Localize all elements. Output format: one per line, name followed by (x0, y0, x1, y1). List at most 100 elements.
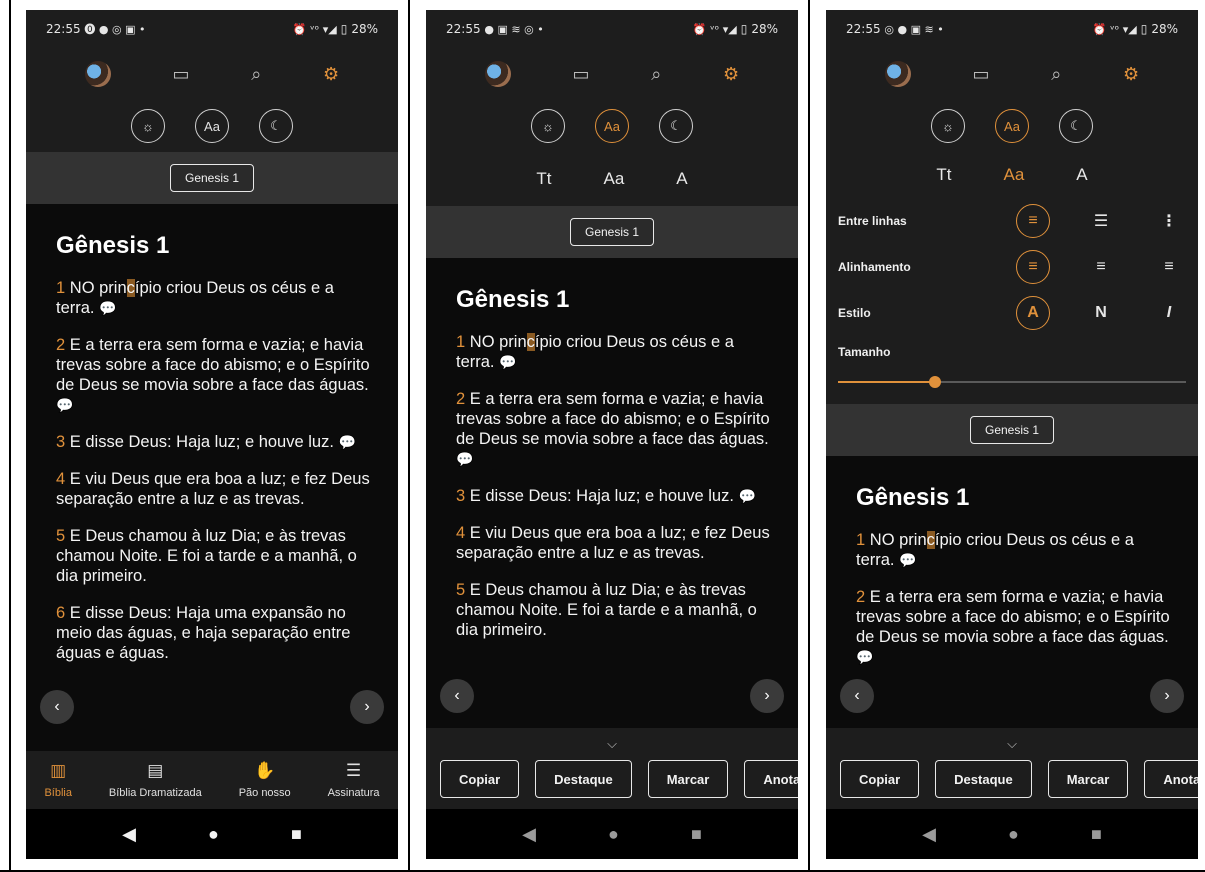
highlight-button[interactable]: Destaque (935, 760, 1032, 798)
slider-thumb[interactable] (929, 376, 942, 388)
comment-icon[interactable]: 💬 (739, 488, 756, 504)
verse[interactable]: 5 E Deus chamou à luz Dia; e às trevas c… (456, 580, 770, 640)
style-italic-button[interactable]: I (1152, 296, 1186, 330)
comment-icon[interactable]: 💬 (339, 434, 356, 450)
verse[interactable]: 2 E a terra era sem forma e vazia; e hav… (456, 389, 770, 469)
copy-button[interactable]: Copiar (840, 760, 920, 798)
tab-font-style[interactable]: A (676, 169, 687, 189)
align-left-icon[interactable]: ≡ (1016, 250, 1050, 284)
gear-icon[interactable]: ⚙ (323, 64, 339, 85)
comment-icon[interactable]: 💬 (499, 354, 516, 370)
tab-biblia-dramatizada[interactable]: ▤ Bíblia Dramatizada (109, 761, 202, 799)
verse-text: E a terra era sem forma e vazia; e havia… (856, 588, 1170, 646)
recents-icon[interactable]: ■ (691, 824, 702, 845)
copy-button[interactable]: Copiar (440, 760, 520, 798)
avatar[interactable] (84, 61, 111, 87)
align-right-icon[interactable]: ≡ (1152, 250, 1186, 284)
back-icon[interactable]: ◀ (522, 824, 536, 845)
tab-assinatura[interactable]: ☰ Assinatura (328, 761, 380, 799)
comment-icon[interactable]: 💬 (99, 300, 116, 316)
next-chapter-button[interactable]: › (750, 679, 784, 713)
size-row: Tamanho (838, 336, 1186, 368)
annotation-button[interactable]: Anotação (744, 760, 798, 798)
style-bold-button[interactable]: N (1084, 296, 1118, 330)
font-size-slider[interactable] (838, 368, 1186, 396)
battery-icon: ▯ (740, 22, 748, 36)
search-icon[interactable]: ⌕ (1051, 64, 1061, 85)
verse[interactable]: 1 NO princípio criou Deus os céus e a te… (56, 278, 370, 318)
bookmark-button[interactable]: Marcar (1047, 760, 1129, 798)
home-icon[interactable]: ● (1008, 824, 1019, 845)
highlight-button[interactable]: Destaque (535, 760, 632, 798)
avatar[interactable] (884, 61, 911, 87)
previous-chapter-button[interactable]: ‹ (40, 690, 74, 724)
back-icon[interactable]: ◀ (122, 824, 136, 845)
chapter-select-button[interactable]: Genesis 1 (969, 416, 1055, 444)
brightness-icon[interactable]: ☼ (931, 109, 965, 143)
verse-text: E a terra era sem forma e vazia; e havia… (456, 390, 770, 448)
format-settings: Entre linhas ≡ ☰ ⋮ Alinhamento ≡ ≡ ≡ Est… (826, 198, 1198, 404)
verse[interactable]: 3 E disse Deus: Haja luz; e houve luz. 💬 (56, 432, 370, 452)
tab-text-size[interactable]: Tt (536, 169, 551, 189)
back-icon[interactable]: ◀ (922, 824, 936, 845)
comment-icon[interactable]: 💬 (56, 397, 73, 413)
font-settings-button[interactable]: Aa (995, 109, 1029, 143)
verse-text: NO prin (869, 531, 927, 549)
verse[interactable]: 2 E a terra era sem forma e vazia; e hav… (56, 335, 370, 415)
verse[interactable]: 1 NO princípio criou Deus os céus e a te… (856, 530, 1170, 570)
align-center-icon[interactable]: ≡ (1084, 250, 1118, 284)
verse[interactable]: 4 E viu Deus que era boa a luz; e fez De… (456, 523, 770, 563)
night-mode-icon[interactable]: ☾ (259, 109, 293, 143)
search-icon[interactable]: ⌕ (651, 64, 661, 85)
verse[interactable]: 6 E disse Deus: Haja uma expansão no mei… (56, 603, 370, 663)
verse[interactable]: 2 E a terra era sem forma e vazia; e hav… (856, 587, 1170, 667)
recents-icon[interactable]: ■ (1091, 824, 1102, 845)
collapse-chevron-icon[interactable]: ⌵ (826, 728, 1198, 760)
verse-text: E Deus chamou à luz Dia; e às trevas cha… (56, 527, 357, 585)
next-chapter-button[interactable]: › (350, 690, 384, 724)
tab-biblia[interactable]: ▥ Bíblia (44, 761, 72, 799)
verse[interactable]: 5 E Deus chamou à luz Dia; e às trevas c… (56, 526, 370, 586)
verse[interactable]: 4 E viu Deus que era boa a luz; e fez De… (56, 469, 370, 509)
battery-icon: ▯ (1140, 22, 1148, 36)
tab-pao-nosso[interactable]: ✋ Pão nosso (239, 761, 291, 799)
chapter-select-button[interactable]: Genesis 1 (169, 164, 255, 192)
home-icon[interactable]: ● (208, 824, 219, 845)
previous-chapter-button[interactable]: ‹ (840, 679, 874, 713)
line-spacing-normal-icon[interactable]: ☰ (1084, 204, 1118, 238)
tab-text-size[interactable]: Tt (936, 165, 951, 185)
line-spacing-compact-icon[interactable]: ≡ (1016, 204, 1050, 238)
verse[interactable]: 1 NO princípio criou Deus os céus e a te… (456, 332, 770, 372)
avatar[interactable] (484, 61, 511, 87)
book-icon[interactable]: ▭ (173, 64, 190, 85)
font-settings-button[interactable]: Aa (595, 109, 629, 143)
book-icon[interactable]: ▭ (973, 64, 990, 85)
previous-chapter-button[interactable]: ‹ (440, 679, 474, 713)
comment-icon[interactable]: 💬 (456, 451, 473, 467)
book-icon[interactable]: ▭ (573, 64, 590, 85)
brightness-icon[interactable]: ☼ (131, 109, 165, 143)
gear-icon[interactable]: ⚙ (723, 64, 739, 85)
collapse-chevron-icon[interactable]: ⌵ (426, 728, 798, 760)
next-chapter-button[interactable]: › (1150, 679, 1184, 713)
night-mode-icon[interactable]: ☾ (1059, 109, 1093, 143)
home-icon[interactable]: ● (608, 824, 619, 845)
night-mode-icon[interactable]: ☾ (659, 109, 693, 143)
chapter-select-button[interactable]: Genesis 1 (569, 218, 655, 246)
recents-icon[interactable]: ■ (291, 824, 302, 845)
bookmark-button[interactable]: Marcar (647, 760, 729, 798)
tab-font-format[interactable]: Aa (1003, 165, 1024, 185)
style-regular-button[interactable]: A (1016, 296, 1050, 330)
action-buttons: Copiar Destaque Marcar Anotação (826, 760, 1198, 798)
comment-icon[interactable]: 💬 (899, 552, 916, 568)
tab-font-format[interactable]: Aa (603, 169, 624, 189)
annotation-button[interactable]: Anotação (1144, 760, 1198, 798)
line-spacing-wide-icon[interactable]: ⋮ (1152, 204, 1186, 238)
search-icon[interactable]: ⌕ (251, 64, 261, 85)
verse[interactable]: 3 E disse Deus: Haja luz; e houve luz. 💬 (456, 486, 770, 506)
comment-icon[interactable]: 💬 (856, 649, 873, 665)
gear-icon[interactable]: ⚙ (1123, 64, 1139, 85)
brightness-icon[interactable]: ☼ (531, 109, 565, 143)
tab-font-style[interactable]: A (1076, 165, 1087, 185)
font-settings-button[interactable]: Aa (195, 109, 229, 143)
